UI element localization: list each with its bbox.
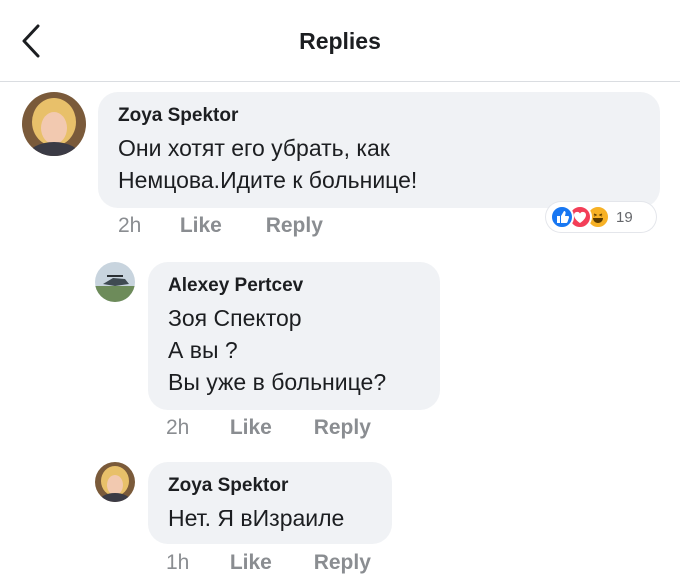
comment-bubble: Zoya Spektor Нет. Я вИзраиле [148,462,392,544]
comment-line: Зоя Спектор [168,305,302,331]
avatar[interactable] [95,262,135,302]
comment-timestamp[interactable]: 2h [118,214,174,238]
comment-actions: 2h Like Reply [166,416,371,440]
reply-button[interactable]: Reply [314,551,371,575]
comment-bubble: Alexey Pertcev Зоя Спектор А вы ? Вы уже… [148,262,440,410]
comment-timestamp[interactable]: 1h [166,551,224,575]
comment-actions: 2h Like Reply [118,214,323,238]
reaction-count: 19 [616,208,633,226]
comment-line: Вы уже в больнице? [168,369,387,395]
like-icon [550,205,574,229]
comment-text: Нет. Я вИзраиле [168,502,372,534]
page-title: Replies [299,28,381,54]
comment-line: Немцова.Идите к больнице! [118,167,418,193]
comment-timestamp[interactable]: 2h [166,416,224,440]
comment-text: Они хотят его убрать, как Немцова.Идите … [118,132,640,196]
comment-bubble: Zoya Spektor Они хотят его убрать, как Н… [98,92,660,208]
comment-author[interactable]: Zoya Spektor [118,104,640,128]
reply-button[interactable]: Reply [266,214,323,238]
like-button[interactable]: Like [230,551,308,575]
avatar[interactable] [22,92,86,156]
comment-author[interactable]: Alexey Pertcev [168,274,420,298]
comment-line: Они хотят его убрать, как [118,135,390,161]
like-button[interactable]: Like [230,416,308,440]
avatar[interactable] [95,462,135,502]
comment-author[interactable]: Zoya Spektor [168,474,372,498]
comment-line: А вы ? [168,337,238,363]
comment-line: Нет. Я вИзраиле [168,505,345,531]
comment-text: Зоя Спектор А вы ? Вы уже в больнице? [168,302,420,398]
comment-actions: 1h Like Reply [166,551,371,575]
like-button[interactable]: Like [180,214,260,238]
reaction-summary[interactable]: 19 [546,202,656,232]
top-bar: Replies [0,0,680,82]
reply-button[interactable]: Reply [314,416,371,440]
